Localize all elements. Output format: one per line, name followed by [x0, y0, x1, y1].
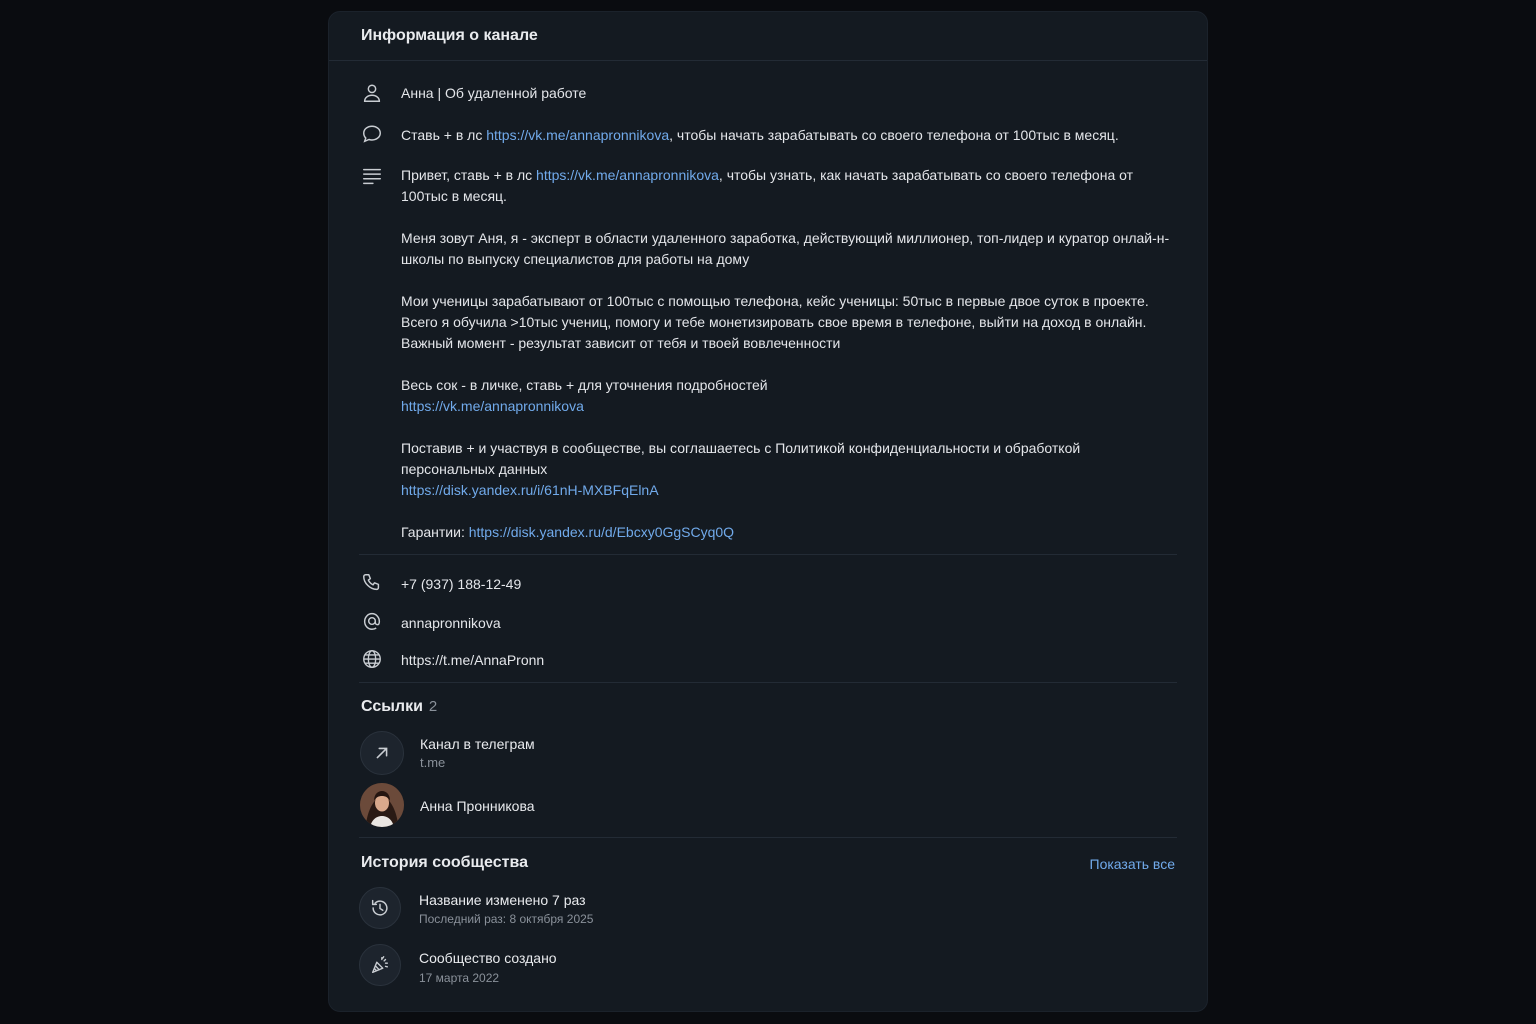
full-description: Привет, ставь + в лс https://vk.me/annap…	[401, 165, 1177, 543]
links-count: 2	[428, 698, 438, 715]
arrow-up-right-icon	[360, 731, 404, 775]
globe-icon	[361, 648, 383, 670]
history-item-title: Название изменено 7 раз	[419, 892, 586, 908]
short-desc-prefix: Ставь + в лс	[401, 127, 487, 143]
link-item-title: Канал в телеграм	[420, 736, 535, 752]
desc-paragraph-3-line-1: Мои ученицы зарабатывают от 100тыс с пом…	[401, 293, 1149, 309]
desc-link-1[interactable]: https://vk.me/annapronnikova	[536, 167, 719, 183]
history-section-title: История сообщества	[361, 854, 528, 871]
history-icon	[359, 887, 401, 929]
text-lines-icon	[361, 165, 383, 187]
channel-name-row: Анна | Об удаленной работе	[361, 82, 1177, 106]
desc-link-2[interactable]: https://vk.me/annapronnikova	[401, 398, 584, 414]
desc-paragraph-6: Гарантии: https://disk.yandex.ru/d/Ebcxy…	[401, 524, 735, 540]
phone-row: +7 (937) 188-12-49	[361, 572, 1177, 596]
channel-info-panel: Информация о канале Анна | Об удаленной …	[328, 11, 1208, 1012]
short-desc-link[interactable]: https://vk.me/annapronnikova	[486, 127, 669, 143]
handle-text: annapronnikova	[401, 615, 501, 631]
divider	[359, 554, 1177, 555]
website-link[interactable]: https://t.me/AnnaPronn	[401, 650, 1177, 671]
desc-paragraph-5: Поставив + и участвуя в сообществе, вы с…	[401, 440, 1081, 477]
divider	[359, 682, 1177, 683]
history-item-subtitle: Последний раз: 8 октября 2025	[419, 912, 594, 926]
channel-name: Анна | Об удаленной работе	[401, 85, 587, 101]
desc-paragraph-4: Весь сок - в личке, ставь + для уточнени…	[401, 377, 768, 393]
show-all-link[interactable]: Показать все	[1090, 856, 1175, 872]
short-description-row: Ставь + в лс https://vk.me/annapronnikov…	[361, 123, 1177, 147]
desc-paragraph-3-line-2: Всего я обучила >10тыс учениц, помогу и …	[401, 314, 1147, 330]
party-popper-icon	[359, 944, 401, 986]
links-section-title: Ссылки 2	[361, 698, 438, 715]
user-icon	[361, 82, 383, 104]
desc-link-3[interactable]: https://disk.yandex.ru/i/61nH-MXBFqElnA	[401, 482, 659, 498]
divider	[359, 837, 1177, 838]
history-item-title: Сообщество создано	[419, 950, 557, 966]
link-item-subtitle: t.me	[420, 755, 446, 770]
avatar	[360, 783, 404, 827]
desc-paragraph-3-line-3: Важный момент - результат зависит от теб…	[401, 335, 841, 351]
short-description: Ставь + в лс https://vk.me/annapronnikov…	[401, 125, 1177, 146]
desc-link-4[interactable]: https://disk.yandex.ru/d/Ebcxy0GgSCyq0Q	[469, 524, 734, 540]
website-row: https://t.me/AnnaPronn	[361, 648, 1177, 672]
phone-icon	[361, 572, 383, 594]
history-item-subtitle: 17 марта 2022	[419, 971, 500, 985]
panel-title: Информация о канале	[329, 12, 1207, 61]
link-item-title: Анна Пронникова	[420, 798, 535, 814]
short-desc-suffix: , чтобы начать зарабатывать со своего те…	[669, 127, 1119, 143]
desc-paragraph-1: Привет, ставь + в лс https://vk.me/annap…	[401, 167, 1134, 204]
full-description-row: Привет, ставь + в лс https://vk.me/annap…	[361, 164, 1177, 544]
desc-paragraph-2: Меня зовут Аня, я - эксперт в области уд…	[401, 230, 1170, 267]
phone-link[interactable]: +7 (937) 188-12-49	[401, 574, 1177, 595]
speech-bubble-icon	[361, 123, 383, 145]
at-sign-icon	[361, 610, 383, 632]
handle-row: annapronnikova	[361, 610, 1177, 634]
